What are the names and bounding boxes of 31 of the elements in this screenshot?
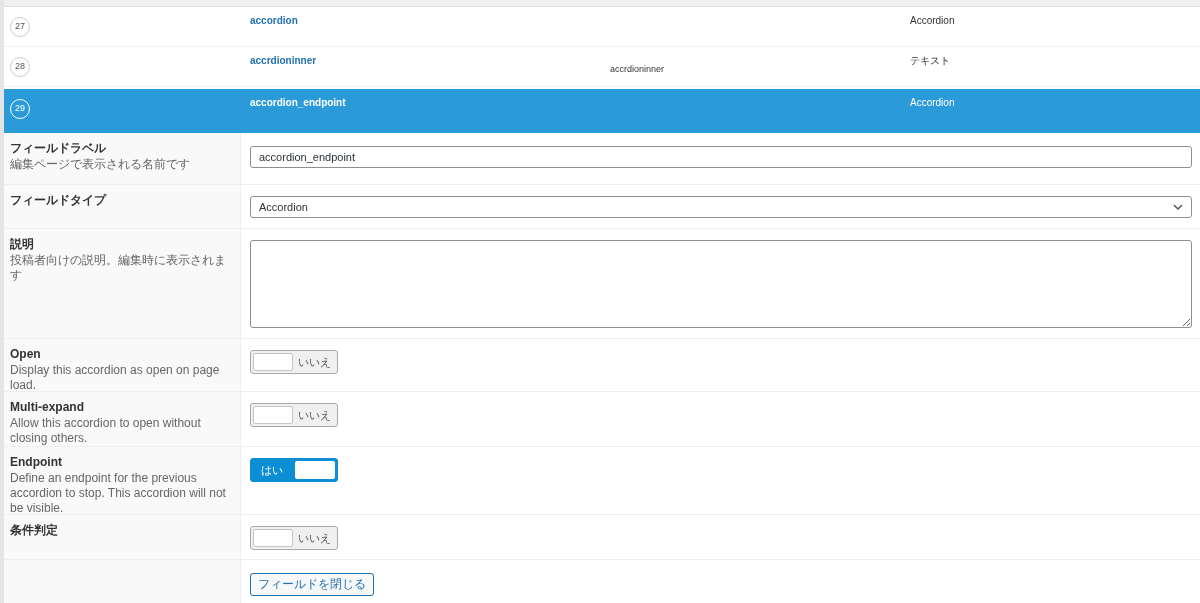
setting-label: 条件判定 (10, 523, 59, 538)
setting-description: 投稿者向けの説明。編集時に表示されます (10, 253, 227, 283)
setting-description: 編集ページで表示される名前です (10, 157, 191, 172)
field-name: accrdioninner (610, 64, 665, 74)
field-type: Accordion (910, 14, 955, 28)
setting-description: Define an endpoint for the previous accordion to stop. This accordion will not be visible. (10, 471, 227, 516)
toggle-knob (253, 353, 293, 371)
setting-description: Display this accordion as open on page load. (10, 363, 221, 393)
setting-label: Endpoint (10, 455, 63, 470)
toggle-knob (295, 461, 335, 479)
setting-label: Multi-expand (10, 400, 85, 415)
toggle-knob (253, 406, 293, 424)
toggle-switch[interactable]: いいえ (250, 526, 338, 550)
setting-label: Open (10, 347, 42, 362)
setting-label: フィールドタイプ (10, 193, 108, 208)
field-type: Accordion (910, 96, 955, 110)
field-type-select[interactable]: Accordion (250, 196, 1192, 218)
field-label-link[interactable]: accrdioninner (250, 47, 610, 68)
setting-description: Allow this accordion to open without closing others. (10, 416, 202, 446)
toggle-switch[interactable]: はい (250, 458, 338, 482)
chevron-down-icon (1173, 204, 1183, 210)
close-field-button[interactable]: フィールドを閉じる (250, 572, 374, 596)
field-type: テキスト (910, 54, 950, 68)
description-textarea[interactable] (250, 240, 1192, 328)
setting-label: 説明 (10, 237, 35, 252)
toggle-knob (253, 529, 293, 547)
field-label-link[interactable]: accordion (250, 7, 610, 28)
setting-label: フィールドラベル (10, 141, 107, 156)
toggle-switch[interactable]: いいえ (250, 403, 338, 427)
label-input-field[interactable]: accordion_endpoint (250, 146, 1192, 168)
toggle-switch[interactable]: いいえ (250, 350, 338, 374)
